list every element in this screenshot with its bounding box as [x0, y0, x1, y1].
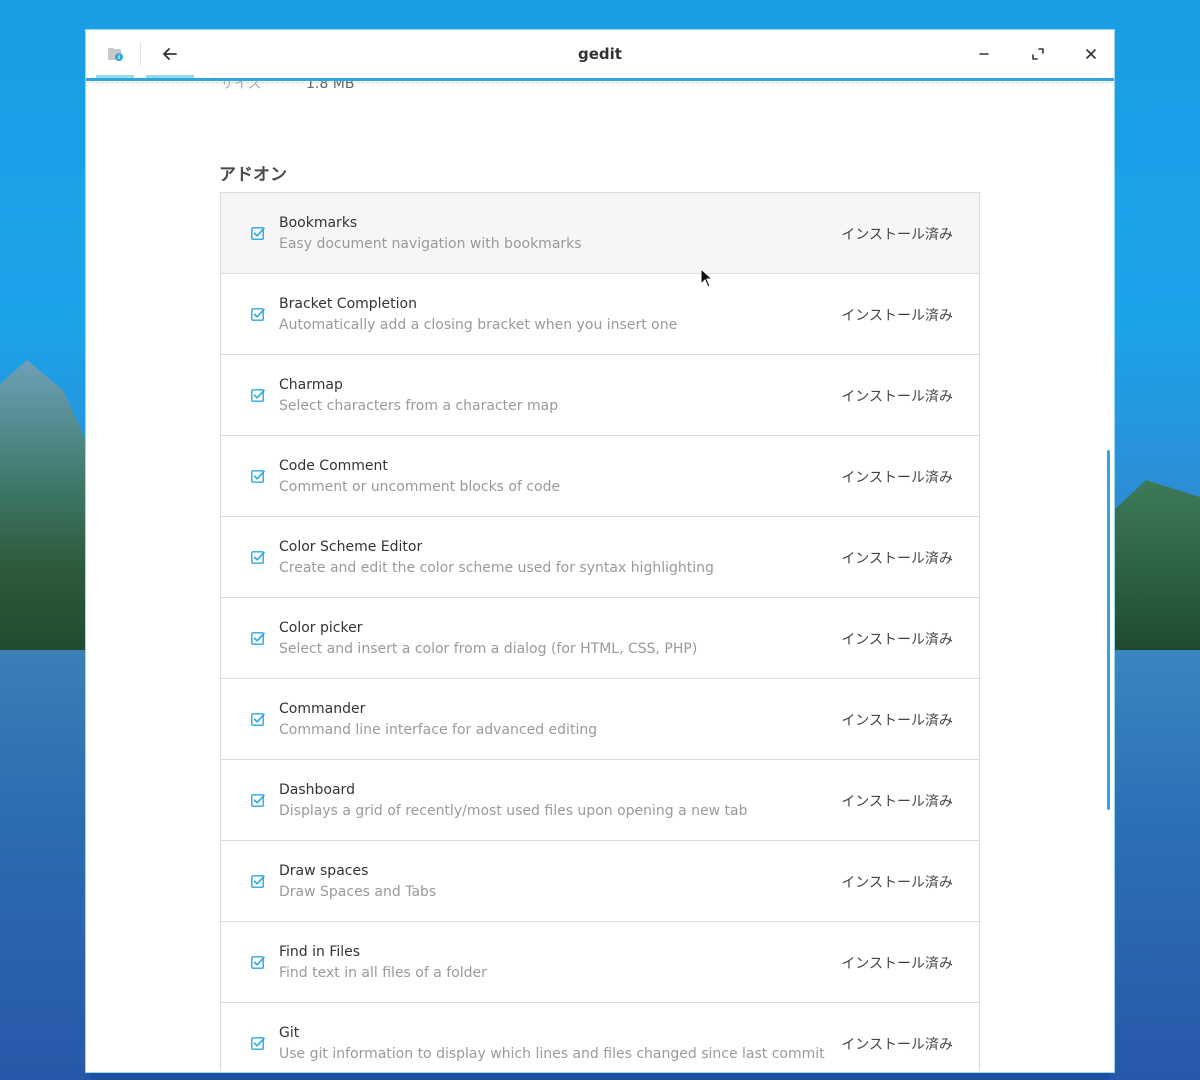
size-label: サイズ — [220, 81, 262, 92]
addon-description: Displays a grid of recently/most used fi… — [279, 803, 748, 819]
size-value: 1.8 MB — [306, 81, 355, 92]
addons-heading: アドオン — [219, 165, 287, 185]
app-info-tab[interactable] — [96, 30, 134, 78]
scrollbar[interactable] — [1107, 450, 1110, 810]
addon-description: Easy document navigation with bookmarks — [279, 236, 582, 252]
addon-name: Color picker — [279, 620, 363, 636]
addon-status: インストール済み — [841, 389, 953, 405]
addon-name: Bookmarks — [279, 215, 358, 231]
addon-row[interactable]: Code Comment Comment or uncomment blocks … — [221, 436, 979, 517]
arrow-left-icon — [163, 48, 177, 60]
addon-name: Find in Files — [279, 944, 361, 960]
addon-status: インストール済み — [841, 227, 953, 243]
checkbox-checked-icon[interactable] — [251, 712, 265, 726]
close-button[interactable] — [1071, 30, 1111, 78]
checkbox-checked-icon[interactable] — [251, 226, 265, 240]
addon-row[interactable]: Color Scheme Editor Create and edit the c… — [221, 517, 979, 598]
desktop-wallpaper-right — [1110, 480, 1200, 650]
checkbox-checked-icon[interactable] — [251, 1036, 265, 1050]
app-info-icon — [108, 48, 123, 61]
addon-row[interactable]: Charmap Select characters from a characte… — [221, 355, 979, 436]
checkbox-checked-icon[interactable] — [251, 388, 265, 402]
addon-row[interactable]: Color picker Select and insert a color fr… — [221, 598, 979, 679]
addon-description: Select characters from a character map — [279, 398, 559, 414]
addon-status: インストール済み — [841, 956, 953, 972]
addon-description: Comment or uncomment blocks of code — [279, 479, 561, 495]
addon-name: Git — [279, 1025, 300, 1041]
addon-status: インストール済み — [841, 632, 953, 648]
checkbox-checked-icon[interactable] — [251, 955, 265, 969]
title-bar: gedit — [86, 30, 1114, 81]
addon-status: インストール済み — [841, 794, 953, 810]
desktop-wallpaper-lake-right — [1110, 650, 1200, 1080]
mouse-cursor-icon — [700, 268, 714, 288]
checkbox-checked-icon[interactable] — [251, 550, 265, 564]
addon-name: Commander — [279, 701, 366, 717]
checkbox-checked-icon[interactable] — [251, 631, 265, 645]
addon-status: インストール済み — [841, 713, 953, 729]
checkbox-checked-icon[interactable] — [251, 874, 265, 888]
addon-row[interactable]: Bracket Completion Automatically add a cl… — [221, 274, 979, 355]
size-detail-row: サイズ 1.8 MB — [220, 81, 354, 93]
checkbox-checked-icon[interactable] — [251, 793, 265, 807]
maximize-button[interactable] — [1018, 30, 1058, 78]
addon-row[interactable]: Dashboard Displays a grid of recently/mos… — [221, 760, 979, 841]
addon-description: Find text in all files of a folder — [279, 965, 487, 981]
addon-name: Bracket Completion — [279, 296, 417, 312]
addon-row[interactable]: Commander Command line interface for adva… — [221, 679, 979, 760]
addon-name: Code Comment — [279, 458, 388, 474]
addon-row[interactable]: Bookmarks Easy document navigation with b… — [221, 193, 979, 274]
addon-status: インストール済み — [841, 551, 953, 567]
addon-name: Dashboard — [279, 782, 355, 798]
addon-description: Use git information to display which lin… — [279, 1046, 825, 1062]
addon-description: Create and edit the color scheme used fo… — [279, 560, 714, 576]
addon-description: Draw Spaces and Tabs — [279, 884, 437, 900]
minimize-button[interactable] — [964, 30, 1004, 78]
addon-description: Select and insert a color from a dialog … — [279, 641, 698, 657]
desktop-wallpaper-left — [0, 360, 90, 660]
addon-status: インストール済み — [841, 875, 953, 891]
checkbox-checked-icon[interactable] — [251, 469, 265, 483]
addon-status: インストール済み — [841, 1037, 953, 1053]
addons-list: Bookmarks Easy document navigation with b… — [220, 192, 980, 1071]
desktop-wallpaper-lake-left — [0, 650, 90, 1080]
app-details-content[interactable]: サイズ 1.8 MB アドオン Bookmarks Easy document n… — [86, 81, 1114, 1071]
addon-status: インストール済み — [841, 308, 953, 324]
addon-name: Draw spaces — [279, 863, 369, 879]
app-window: gedit サイズ 1.8 MB アドオン Bookmarks Easy docu… — [85, 29, 1115, 1073]
addon-status: インストール済み — [841, 470, 953, 486]
addon-row[interactable]: Git Use git information to display which … — [221, 1003, 979, 1071]
minimize-icon — [979, 53, 989, 55]
maximize-icon — [1032, 48, 1044, 60]
addon-description: Automatically add a closing bracket when… — [279, 317, 678, 333]
back-button[interactable] — [146, 30, 194, 78]
addon-name: Charmap — [279, 377, 343, 393]
close-icon — [1086, 49, 1096, 59]
addon-row[interactable]: Draw spaces Draw Spaces and Tabs インストール済み — [221, 841, 979, 922]
title-bar-separator — [140, 42, 141, 66]
checkbox-checked-icon[interactable] — [251, 307, 265, 321]
addon-row[interactable]: Find in Files Find text in all files of a… — [221, 922, 979, 1003]
addon-name: Color Scheme Editor — [279, 539, 423, 555]
addon-description: Command line interface for advanced edit… — [279, 722, 598, 738]
window-title: gedit — [578, 45, 622, 63]
